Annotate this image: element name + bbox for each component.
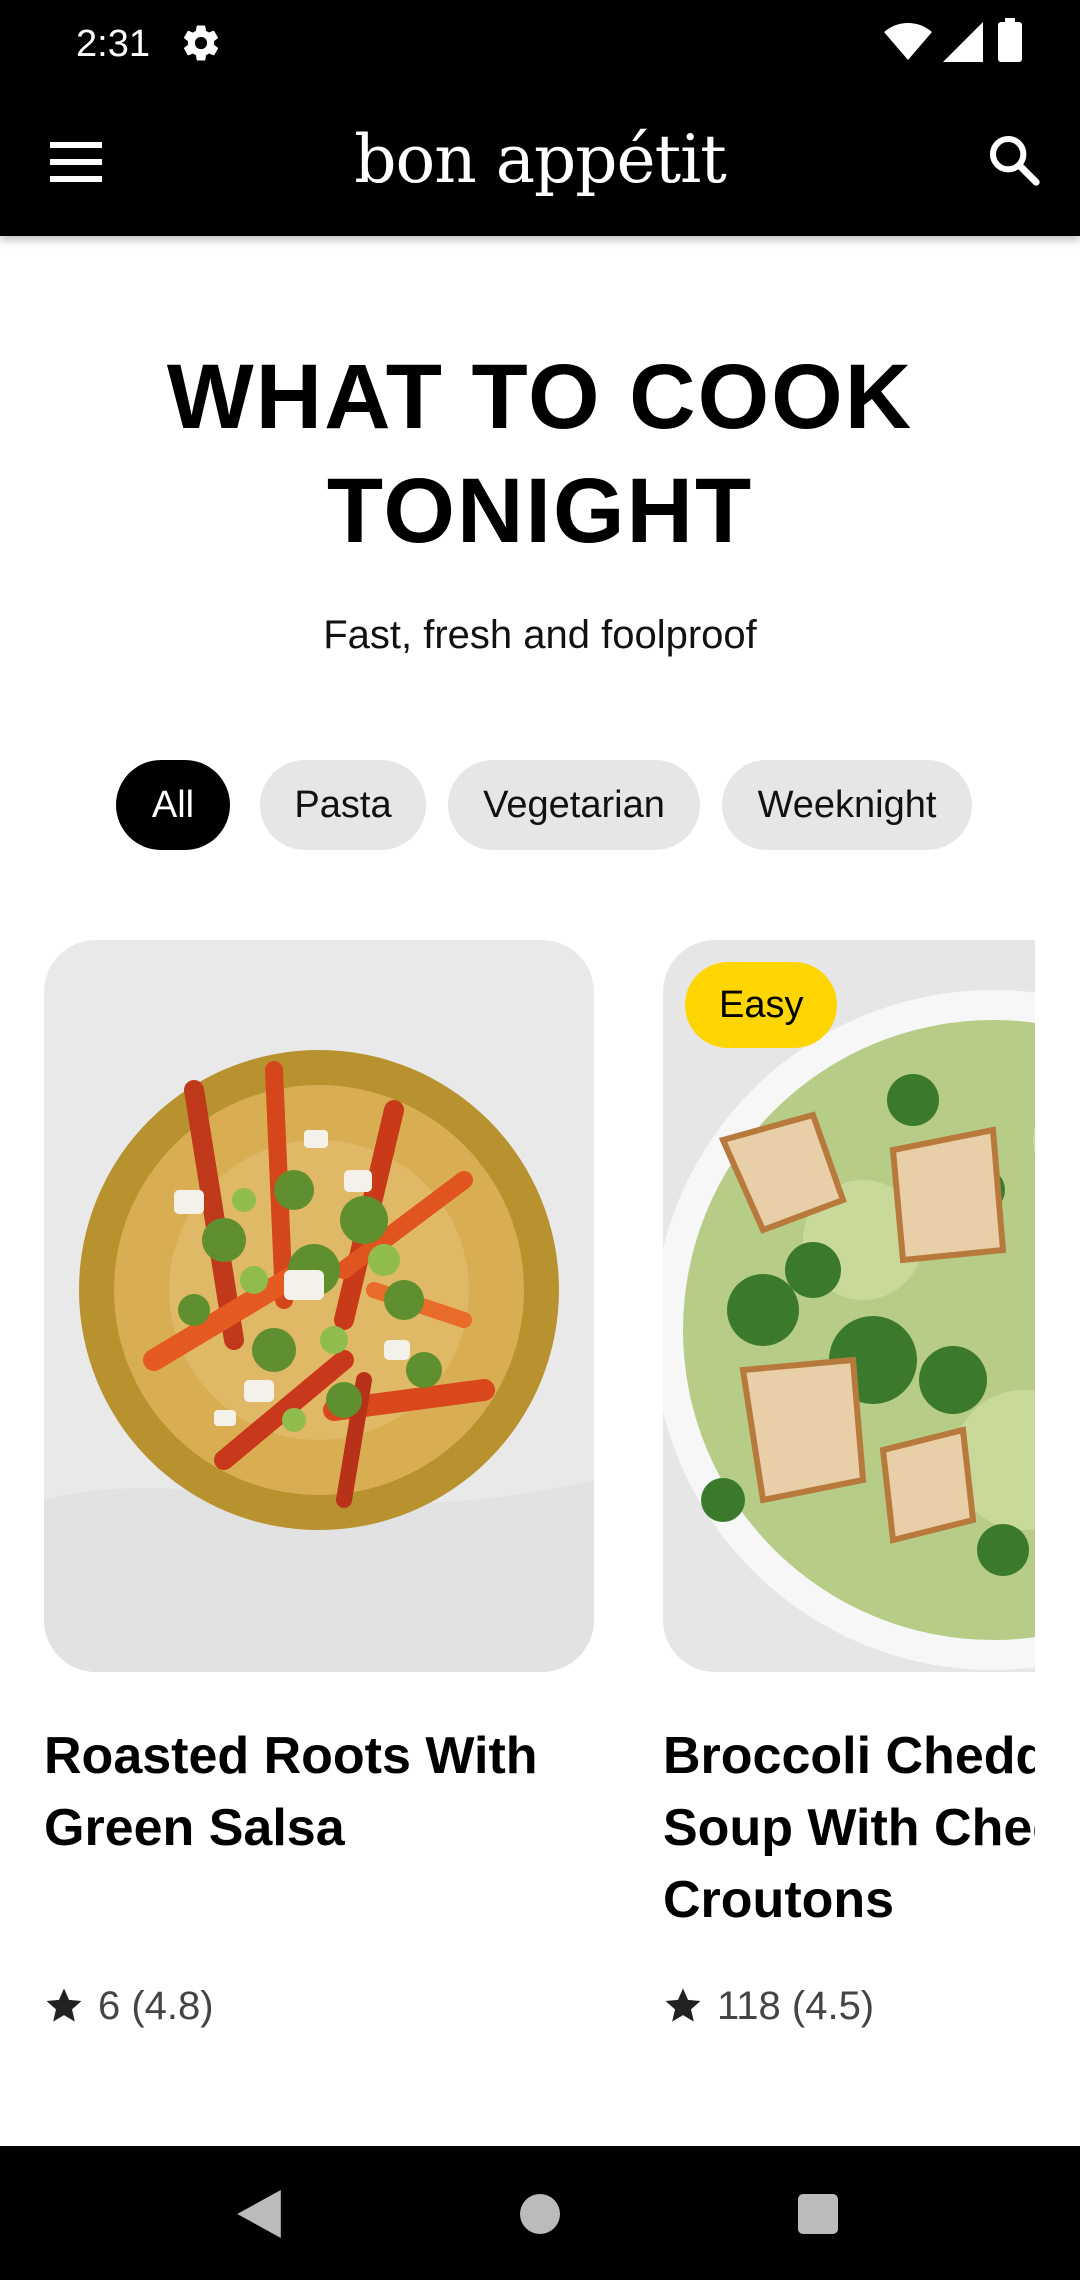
signal-icon — [943, 22, 983, 62]
recipe-title[interactable]: Roasted Roots With Green Salsa — [44, 1720, 604, 1864]
status-bar: 2:31 — [0, 0, 1080, 88]
app-bar: bon appétit — [0, 88, 1080, 236]
recipe-card[interactable]: Roasted Roots With Green Salsa 6 (4.8) — [44, 940, 604, 2140]
recipe-image[interactable] — [44, 940, 594, 1672]
rating-text: 6 (4.8) — [98, 1984, 214, 2028]
chip-vegetarian[interactable]: Vegetarian — [448, 760, 700, 850]
star-icon — [46, 1988, 82, 2022]
page-title: WHAT TO COOK TONIGHT — [166, 346, 914, 562]
broccoli-soup-image — [663, 940, 1035, 1672]
wifi-icon — [884, 23, 932, 60]
chip-weeknight[interactable]: Weeknight — [722, 760, 972, 850]
status-time: 2:31 — [76, 23, 150, 65]
home-icon[interactable] — [520, 2194, 560, 2234]
star-icon — [665, 1988, 701, 2022]
chip-all[interactable]: All — [116, 760, 230, 850]
recents-icon[interactable] — [798, 2194, 838, 2234]
recipe-image[interactable]: Easy — [663, 940, 1035, 1672]
rating-text: 118 (4.5) — [717, 1984, 875, 2028]
roasted-roots-image — [44, 940, 594, 1672]
filter-chips: All Pasta Vegetarian Weeknight — [0, 760, 1080, 850]
recipe-carousel[interactable]: Roasted Roots With Green Salsa 6 (4.8) E… — [0, 940, 1080, 2140]
status-icons — [860, 0, 1080, 88]
back-icon[interactable] — [236, 2190, 282, 2238]
recipe-card[interactable]: Easy Broccoli Cheddar Soup With Cheesy C… — [663, 940, 1035, 2140]
gear-icon — [183, 25, 219, 61]
battery-icon — [998, 18, 1022, 62]
difficulty-badge: Easy — [685, 962, 838, 1048]
page-subtitle: Fast, fresh and foolproof — [323, 613, 757, 657]
chip-pasta[interactable]: Pasta — [260, 760, 426, 850]
system-nav-bar — [0, 2146, 1080, 2280]
search-icon[interactable] — [986, 132, 1042, 188]
recipe-title[interactable]: Broccoli Cheddar Soup With Cheesy Crouto… — [663, 1720, 1035, 1936]
brand-logo[interactable]: bon appétit — [0, 120, 1080, 200]
